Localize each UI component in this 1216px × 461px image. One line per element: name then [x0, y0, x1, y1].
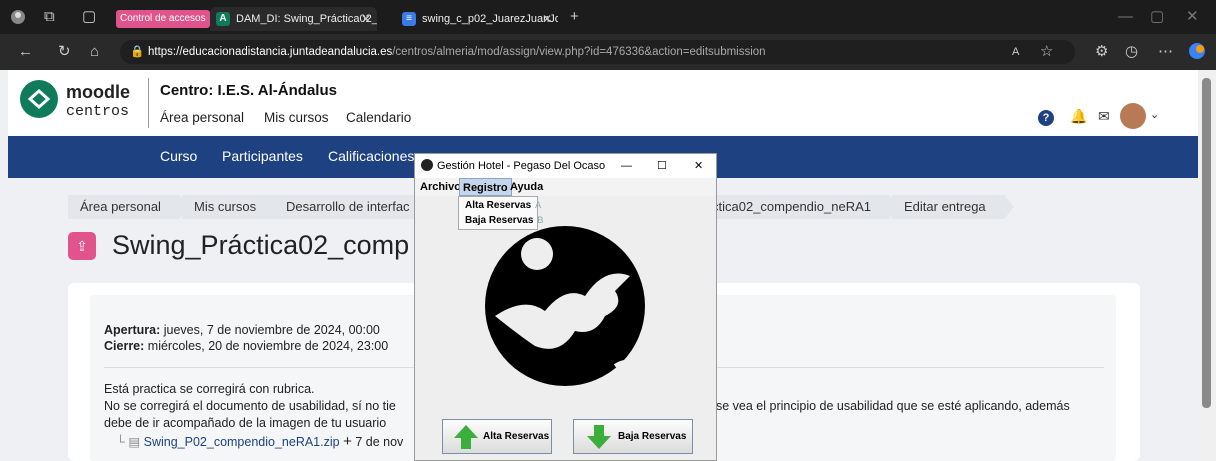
assignment-icon: ⇪ — [68, 232, 96, 260]
reload-icon[interactable]: ↻ — [58, 44, 71, 60]
profile-icon[interactable] — [10, 9, 26, 29]
description-line-2a: No se corregirá el documento de usabilid… — [104, 399, 396, 413]
scroll-thumb[interactable] — [1202, 78, 1211, 408]
java-close-icon[interactable]: ✕ — [694, 154, 703, 178]
top-link-calendario[interactable]: Calendario — [346, 110, 411, 125]
description-line-1: Está practica se corregirá con rubrica. — [104, 382, 315, 396]
site-title: Centro: I.E.S. Al-Ándalus — [160, 82, 337, 99]
top-link-mis-cursos[interactable]: Mis cursos — [264, 110, 329, 125]
java-minimize-icon[interactable]: — — [621, 154, 632, 178]
page-title: Swing_Práctica02_comp — [112, 230, 410, 260]
item-accel: A — [535, 200, 542, 210]
cierre-label: Cierre: — [104, 339, 145, 353]
registro-dropdown: Alta Reservas A Baja Reservas B — [458, 196, 543, 230]
url-domain: https://educacionadistancia.juntadeandal… — [148, 46, 393, 58]
minimize-icon[interactable]: — — [1118, 9, 1133, 25]
favorite-star-icon[interactable]: ☆ — [1040, 44, 1053, 60]
cierre-line: Cierre: miércoles, 20 de noviembre de 20… — [104, 339, 388, 353]
java-window: Gestión Hotel - Pegaso Del Ocaso — ☐ ✕ A… — [414, 153, 717, 461]
item-accel: B — [537, 215, 544, 225]
menu-item-baja-reservas[interactable]: Baja Reservas B — [465, 215, 543, 226]
workspaces-icon[interactable]: ⧉ — [44, 9, 55, 25]
description-line-3: debe de ir acompañado de la imagen de tu… — [104, 416, 387, 430]
java-app-icon — [421, 159, 433, 171]
back-icon[interactable]: ← — [18, 44, 33, 60]
cierre-value: miércoles, 20 de noviembre de 2024, 23:0… — [147, 339, 389, 353]
header-divider — [148, 78, 149, 128]
close-tab-icon[interactable]: ✕ — [361, 7, 371, 31]
java-window-title: Gestión Hotel - Pegaso Del Ocaso — [437, 160, 606, 172]
tab-label: DAM_DI: Swing_Práctica02_comp — [236, 13, 377, 25]
arrow-up-icon — [454, 425, 478, 449]
attachment-row: └ ▤ Swing_P02_compendio_neRA1.zip + 7 de… — [116, 433, 403, 450]
alta-reservas-button[interactable]: Alta Reservas — [442, 419, 552, 454]
moodle-a-icon: A — [216, 12, 230, 26]
page-scrollbar[interactable] — [1198, 70, 1216, 461]
alta-label: Alta Reservas — [483, 431, 550, 442]
nav-curso[interactable]: Curso — [160, 148, 197, 164]
doc-icon: ≡ — [402, 12, 416, 26]
help-icon[interactable]: ? — [1038, 110, 1054, 126]
tab-group-badge[interactable]: Control de accesos — [116, 10, 210, 28]
baja-reservas-button[interactable]: Baja Reservas — [573, 419, 693, 454]
breadcrumb-editar-entrega[interactable]: Editar entrega — [892, 195, 1014, 219]
new-tab-icon[interactable]: + — [570, 9, 579, 25]
logo-text-moodle: moodle — [66, 82, 131, 102]
chevron-down-icon[interactable]: ⌄ — [1150, 108, 1159, 121]
url-path: /centros/almeria/mod/assign/view.php?id=… — [392, 46, 766, 58]
menu-ayuda[interactable]: Ayuda — [507, 178, 546, 196]
java-title-bar[interactable]: Gestión Hotel - Pegaso Del Ocaso — ☐ ✕ — [415, 154, 716, 178]
java-maximize-icon[interactable]: ☐ — [657, 154, 667, 178]
top-link-area-personal[interactable]: Área personal — [160, 110, 244, 125]
mail-icon[interactable]: ✉ — [1098, 108, 1110, 125]
menu-item-alta-reservas[interactable]: Alta Reservas A — [465, 200, 541, 211]
tab-label: swing_c_p02_JuarezJuanJose - Do — [422, 13, 558, 25]
nav-participantes[interactable]: Participantes — [222, 148, 303, 164]
baja-label: Baja Reservas — [618, 431, 687, 442]
copilot-icon[interactable] — [1188, 42, 1206, 64]
java-menu-bar: Archivo Registro Ayuda — [415, 178, 716, 196]
extensions-icon[interactable]: ⚙ — [1095, 44, 1108, 60]
apertura-line: Apertura: jueves, 7 de noviembre de 2024… — [104, 323, 380, 337]
home-icon[interactable]: ⌂ — [90, 44, 99, 60]
menu-registro[interactable]: Registro — [459, 178, 512, 196]
tab-actions-icon[interactable]: ▢ — [82, 9, 96, 25]
file-icon: └ ▤ — [116, 435, 141, 449]
moodle-header: moodle centros Centro: I.E.S. Al-Ándalus… — [8, 70, 1198, 136]
breadcrumb-area-personal[interactable]: Área personal — [68, 195, 189, 219]
attachment-link[interactable]: Swing_P02_compendio_neRA1.zip — [144, 435, 340, 449]
tab-moodle[interactable]: A DAM_DI: Swing_Práctica02_comp ✕ — [210, 7, 377, 31]
tab-doc[interactable]: ≡ swing_c_p02_JuarezJuanJose - Do ✕ — [396, 7, 558, 31]
avatar[interactable] — [1120, 103, 1146, 129]
close-window-icon[interactable]: ✕ — [1186, 9, 1199, 25]
apertura-label: Apertura: — [104, 323, 161, 337]
browser-tab-bar: ⧉ ▢ Control de accesos A DAM_DI: Swing_P… — [0, 0, 1216, 34]
read-aloud-icon[interactable]: A — [1012, 44, 1019, 60]
attachment-date: 7 de nov — [355, 435, 404, 449]
plus-icon[interactable]: + — [343, 433, 352, 450]
breadcrumb-mis-cursos[interactable]: Mis cursos — [182, 195, 285, 219]
history-icon[interactable]: ◷ — [1125, 44, 1138, 60]
description-line-2b: se vea el principio de usabilidad que se… — [716, 399, 1070, 413]
lock-icon: 🔒 — [130, 46, 145, 58]
close-tab-icon[interactable]: ✕ — [542, 7, 552, 31]
menu-archivo[interactable]: Archivo — [417, 178, 464, 196]
arrow-down-icon — [587, 425, 611, 449]
item-label: Baja Reservas — [465, 215, 534, 226]
bell-icon[interactable]: 🔔 — [1070, 108, 1087, 125]
url-field[interactable]: 🔒 https://educacionadistancia.juntadeand… — [120, 40, 1075, 64]
apertura-value: jueves, 7 de noviembre de 2024, 00:00 — [163, 323, 380, 337]
address-bar-row: ← ↻ ⌂ 🔒 https://educacionadistancia.junt… — [0, 34, 1216, 70]
logo-text-centros: centros — [66, 103, 130, 120]
breadcrumb-curso[interactable]: Desarrollo de interfac — [274, 195, 438, 219]
breadcrumb-practica[interactable]: ctica02_compendio_neRA1 — [706, 195, 899, 219]
maximize-icon[interactable]: ▢ — [1150, 9, 1164, 25]
nav-calificaciones[interactable]: Calificaciones — [328, 148, 414, 164]
moodle-logo-icon[interactable] — [20, 80, 58, 118]
item-label: Alta Reservas — [465, 200, 532, 211]
more-icon[interactable]: ⋯ — [1158, 44, 1173, 60]
